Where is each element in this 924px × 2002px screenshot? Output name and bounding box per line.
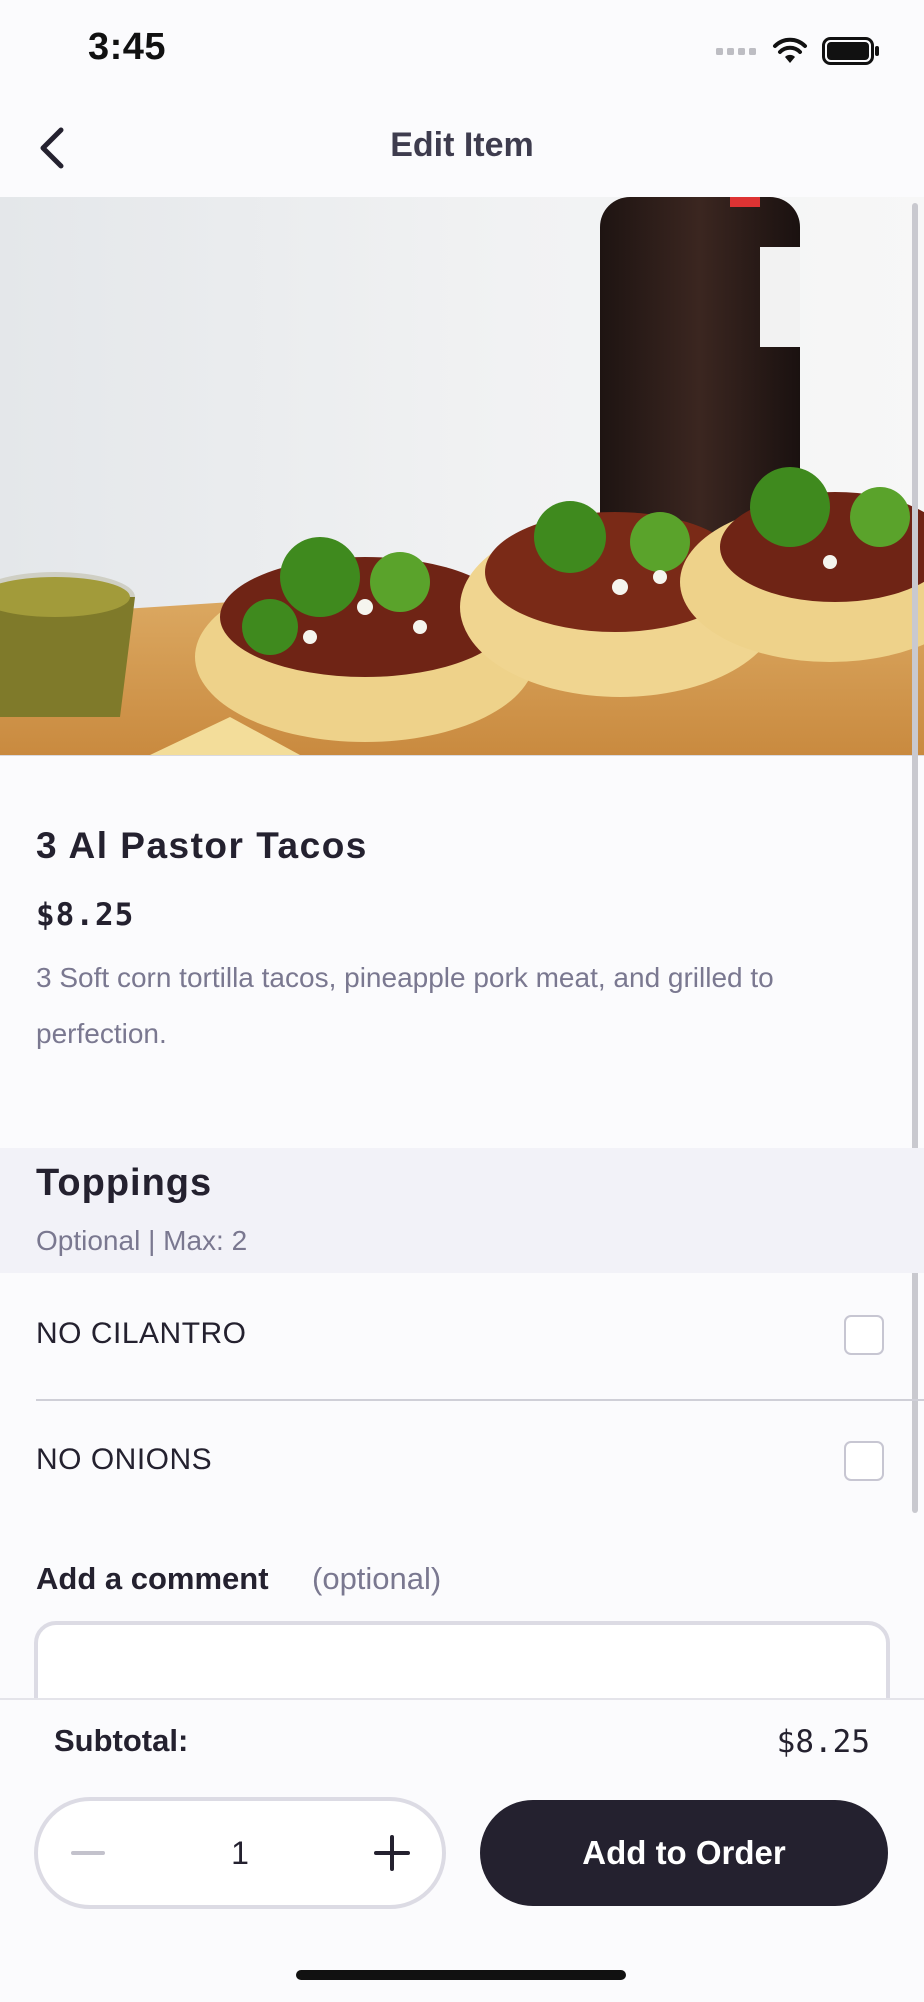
status-icons [716, 34, 880, 68]
topping-option-no-onions[interactable]: NO ONIONS [0, 1399, 924, 1525]
add-to-order-button[interactable]: Add to Order [480, 1800, 888, 1906]
item-name: 3 Al Pastor Tacos [36, 825, 368, 866]
cellular-signal-icon [716, 48, 756, 55]
plus-icon [374, 1835, 410, 1871]
checkbox[interactable] [844, 1441, 884, 1481]
item-image [0, 197, 924, 756]
item-price: $8.25 [36, 897, 135, 933]
toppings-subtitle: Optional | Max: 2 [36, 1225, 248, 1256]
topping-option-no-cilantro[interactable]: NO CILANTRO [0, 1273, 924, 1399]
page-title: Edit Item [390, 126, 534, 164]
status-time: 3:45 [88, 26, 167, 68]
comment-optional-label: (optional) [312, 1561, 442, 1596]
checkbox[interactable] [844, 1315, 884, 1355]
comment-label: Add a comment [36, 1561, 269, 1596]
battery-icon [822, 37, 879, 65]
increment-button[interactable] [342, 1801, 442, 1905]
wifi-icon [773, 37, 807, 63]
quantity-value: 1 [231, 1835, 249, 1871]
topping-option-label: NO ONIONS [36, 1443, 213, 1476]
item-description: 3 Soft corn tortilla tacos, pineapple po… [36, 962, 774, 1049]
subtotal-value: $8.25 [776, 1724, 870, 1760]
topping-option-label: NO CILANTRO [36, 1317, 247, 1350]
toppings-title: Toppings [36, 1162, 213, 1204]
decrement-button[interactable] [38, 1801, 138, 1905]
minus-icon [71, 1851, 105, 1855]
home-indicator [296, 1970, 626, 1980]
subtotal-label: Subtotal: [54, 1723, 189, 1758]
quantity-stepper: 1 [34, 1797, 446, 1909]
